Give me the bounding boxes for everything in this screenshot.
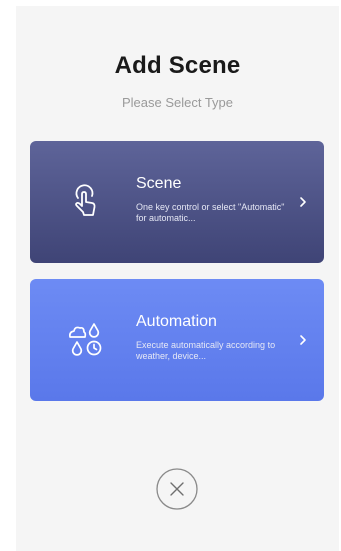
close-circle-icon [156, 468, 198, 510]
automation-option-description: Execute automatically according to weath… [136, 340, 276, 361]
page-title: Add Scene [114, 52, 241, 79]
scene-option-card[interactable]: Scene One key control or select "Automat… [30, 141, 324, 263]
add-scene-dialog: Add Scene Please Select Type Scene One k… [16, 6, 339, 551]
automation-option-title: Automation [136, 313, 217, 330]
page-subtitle: Please Select Type [121, 95, 234, 110]
scene-option-title: Scene [136, 175, 182, 192]
scene-option-description: One key control or select "Automatic" fo… [136, 202, 285, 223]
chevron-right-icon [297, 195, 309, 209]
chevron-right-icon [297, 333, 309, 347]
weather-timer-icon [66, 320, 106, 360]
automation-option-card[interactable]: Automation Execute automatically accordi… [30, 279, 324, 401]
close-button[interactable] [155, 467, 199, 511]
tap-hand-icon [66, 182, 106, 222]
